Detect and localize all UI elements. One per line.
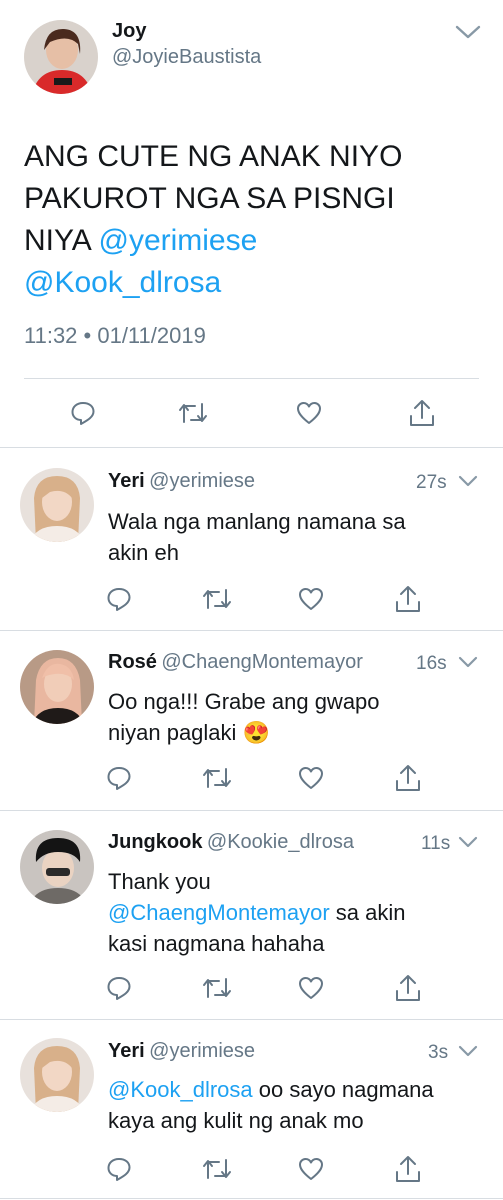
reply-header: Jungkook @Kookie_dlrosa xyxy=(108,831,354,854)
author-handle[interactable]: @JoyieBaustista xyxy=(112,46,261,69)
reply-text-line: kaya ang kulit ng anak mo xyxy=(108,1108,364,1133)
reply-action-bar xyxy=(0,586,503,616)
author-handle[interactable]: @yerimiese xyxy=(149,470,255,492)
chevron-down-icon[interactable] xyxy=(458,1045,478,1063)
heart-eyes-emoji: 😍 xyxy=(242,720,270,745)
reply-time: 16s xyxy=(416,653,447,674)
chevron-down-icon[interactable] xyxy=(455,24,481,45)
author-name[interactable]: Yeri xyxy=(108,1040,145,1062)
reply-action-bar xyxy=(0,765,503,795)
reply-text-line: @ChaengMontemayor sa akin xyxy=(108,897,406,928)
author-name[interactable]: Yeri xyxy=(108,470,145,492)
chevron-down-icon[interactable] xyxy=(458,475,478,493)
reply-text-segment: niyan paglaki xyxy=(108,720,237,745)
reply-text-line: akin eh xyxy=(108,540,179,565)
reply-text-segment: oo sayo nagmana xyxy=(252,1077,434,1102)
reply-text-line: Oo nga!!! Grabe ang gwapo xyxy=(108,689,380,714)
retweet-icon[interactable] xyxy=(202,766,232,790)
reply-text-line: kasi nagmana hahaha xyxy=(108,931,325,956)
tweet-text-line: PAKUROT NGA SA PISNGI xyxy=(24,182,395,215)
reply-time: 11s xyxy=(421,833,451,854)
reply-time: 3s xyxy=(428,1042,449,1063)
reply-header: Rosé @ChaengMontemayor xyxy=(108,651,363,674)
avatar[interactable] xyxy=(24,20,98,94)
tweet-text-segment: NIYA xyxy=(24,224,99,257)
reply-icon[interactable] xyxy=(106,586,132,612)
reply-text: @Kook_dlrosa oo sayo nagmana kaya ang ku… xyxy=(108,1074,434,1136)
main-action-bar xyxy=(0,398,503,430)
reply-text: Thank you @ChaengMontemayor sa akin kasi… xyxy=(108,866,406,959)
reply-action-bar xyxy=(0,975,503,1005)
retweet-icon[interactable] xyxy=(202,976,232,1000)
author-name[interactable]: Rosé xyxy=(108,651,157,673)
avatar[interactable] xyxy=(20,1038,94,1112)
retweet-icon[interactable] xyxy=(202,587,232,611)
divider xyxy=(0,1198,503,1199)
share-icon[interactable] xyxy=(394,973,422,1003)
reply-icon[interactable] xyxy=(106,975,132,1001)
like-icon[interactable] xyxy=(298,766,324,790)
share-icon[interactable] xyxy=(394,584,422,614)
reply-text-segment: sa akin xyxy=(329,900,406,925)
reply-action-bar xyxy=(0,1156,503,1186)
reply-icon[interactable] xyxy=(106,765,132,791)
mention-link[interactable]: @Kook_dlrosa xyxy=(24,266,221,299)
tweet-text-line: @Kook_dlrosa xyxy=(24,262,494,304)
tweet-text-line: NIYA @yerimiese xyxy=(24,220,494,262)
avatar[interactable] xyxy=(20,468,94,542)
author-name[interactable]: Jungkook xyxy=(108,831,202,853)
share-icon[interactable] xyxy=(408,398,436,428)
author-handle[interactable]: @yerimiese xyxy=(149,1040,255,1062)
chevron-down-icon[interactable] xyxy=(458,656,478,674)
author-handle[interactable]: @ChaengMontemayor xyxy=(161,651,363,673)
reply-icon[interactable] xyxy=(70,400,96,426)
share-icon[interactable] xyxy=(394,763,422,793)
tweet-text: ANG CUTE NG ANAK NIYO PAKUROT NGA SA PIS… xyxy=(24,136,494,304)
chevron-down-icon[interactable] xyxy=(458,836,478,854)
like-icon[interactable] xyxy=(296,401,322,425)
retweet-icon[interactable] xyxy=(178,401,208,425)
reply-time: 27s xyxy=(416,472,447,493)
reply-text-line: niyan paglaki 😍 xyxy=(108,717,380,748)
mention-link[interactable]: @ChaengMontemayor xyxy=(108,900,330,925)
reply-text: Wala nga manlang namana sa akin eh xyxy=(108,506,406,568)
reply-icon[interactable] xyxy=(106,1156,132,1182)
like-icon[interactable] xyxy=(298,976,324,1000)
reply-text-line: Thank you xyxy=(108,869,211,894)
mention-link[interactable]: @Kook_dlrosa xyxy=(108,1077,253,1102)
avatar[interactable] xyxy=(20,650,94,724)
reply-text: Oo nga!!! Grabe ang gwapo niyan paglaki … xyxy=(108,686,380,748)
mention-link[interactable]: @yerimiese xyxy=(98,224,257,257)
divider xyxy=(0,1019,503,1020)
author-handle[interactable]: @Kookie_dlrosa xyxy=(207,831,354,853)
retweet-icon[interactable] xyxy=(202,1157,232,1181)
timestamp[interactable]: 11:32 • 01/11/2019 xyxy=(24,323,206,349)
like-icon[interactable] xyxy=(298,1157,324,1181)
reply-text-line: Wala nga manlang namana sa xyxy=(108,509,406,534)
reply-text-line: @Kook_dlrosa oo sayo nagmana xyxy=(108,1074,434,1105)
divider xyxy=(0,630,503,631)
avatar[interactable] xyxy=(20,830,94,904)
author-name[interactable]: Joy xyxy=(112,20,146,43)
like-icon[interactable] xyxy=(298,587,324,611)
divider xyxy=(0,810,503,811)
reply-header: Yeri @yerimiese xyxy=(108,470,255,493)
reply-header: Yeri @yerimiese xyxy=(108,1040,255,1063)
share-icon[interactable] xyxy=(394,1154,422,1184)
divider xyxy=(24,378,479,379)
section-divider xyxy=(0,447,503,448)
tweet-text-line: ANG CUTE NG ANAK NIYO xyxy=(24,140,403,173)
